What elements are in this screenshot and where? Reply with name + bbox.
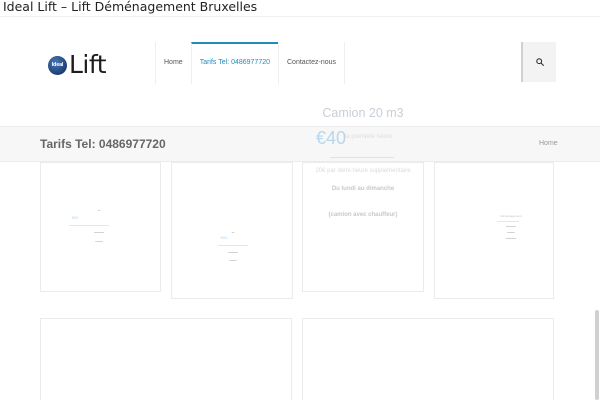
search-button[interactable]	[521, 42, 556, 82]
nav-item-contact[interactable]: Contactez-nous	[278, 42, 346, 84]
card-line: ▬▬▬	[507, 231, 515, 234]
page-title-bar: Tarifs Tel: 0486977720 Home	[0, 126, 600, 162]
site-logo[interactable]: Ideal Lift	[48, 51, 120, 79]
card-divider	[218, 245, 248, 246]
card-price: €60	[220, 235, 228, 240]
card-line: ▬▬▬	[95, 240, 103, 243]
card-price: €50	[71, 215, 79, 220]
overlay-price: €40	[316, 128, 347, 148]
window-title: Ideal Lift – Lift Déménagement Bruxelles	[3, 0, 258, 14]
scrollbar[interactable]	[595, 310, 599, 400]
card-title: Déménagement	[500, 214, 522, 218]
content-card	[40, 318, 292, 400]
card-heading: ▬	[231, 231, 235, 234]
overlay-divider	[330, 157, 394, 158]
pricing-card: ▬ €60 ▬▬▬▬ ▬▬▬	[171, 162, 293, 299]
card-line: ▬▬▬▬	[94, 231, 104, 234]
site-header: Ideal Lift Home Tarifs Tel: 0486977720 C…	[0, 16, 600, 108]
logo-badge: Ideal	[48, 55, 67, 75]
overlay-price-note: la première heure	[345, 134, 393, 140]
logo-wordmark: Lift	[69, 50, 107, 79]
overlay-driver-note: (camion avec chauffeur)	[328, 212, 398, 218]
card-line: ▬▬▬▬	[506, 237, 516, 240]
pricing-card: ▬ €50 ▬▬▬▬ ▬▬▬	[40, 162, 161, 292]
overlay-days: Du lundi au dimanche	[331, 186, 395, 192]
content-card	[302, 318, 554, 400]
card-divider	[69, 225, 109, 226]
card-heading: ▬	[97, 209, 101, 212]
nav-item-home[interactable]: Home	[155, 42, 191, 84]
card-line: ▬▬▬	[229, 259, 237, 262]
search-icon	[535, 58, 544, 66]
card-line: ▬▬▬▬	[506, 225, 516, 228]
card-line: ▬▬▬▬	[228, 251, 238, 254]
nav-item-tarifs[interactable]: Tarifs Tel: 0486977720	[190, 42, 278, 84]
card-divider	[497, 221, 519, 222]
page-title: Tarifs Tel: 0486977720	[40, 137, 166, 151]
breadcrumb-home[interactable]: Home	[539, 140, 558, 147]
pricing-card: Déménagement ▬▬▬▬ ▬▬▬ ▬▬▬▬	[434, 162, 554, 299]
overlay-extra-rate: 20€ par demi-heure supplémentaire	[315, 168, 411, 174]
main-navigation: Home Tarifs Tel: 0486977720 Contactez-no…	[155, 42, 346, 84]
overlay-title: Camion 20 m3	[322, 106, 404, 120]
pricing-card	[302, 162, 424, 292]
